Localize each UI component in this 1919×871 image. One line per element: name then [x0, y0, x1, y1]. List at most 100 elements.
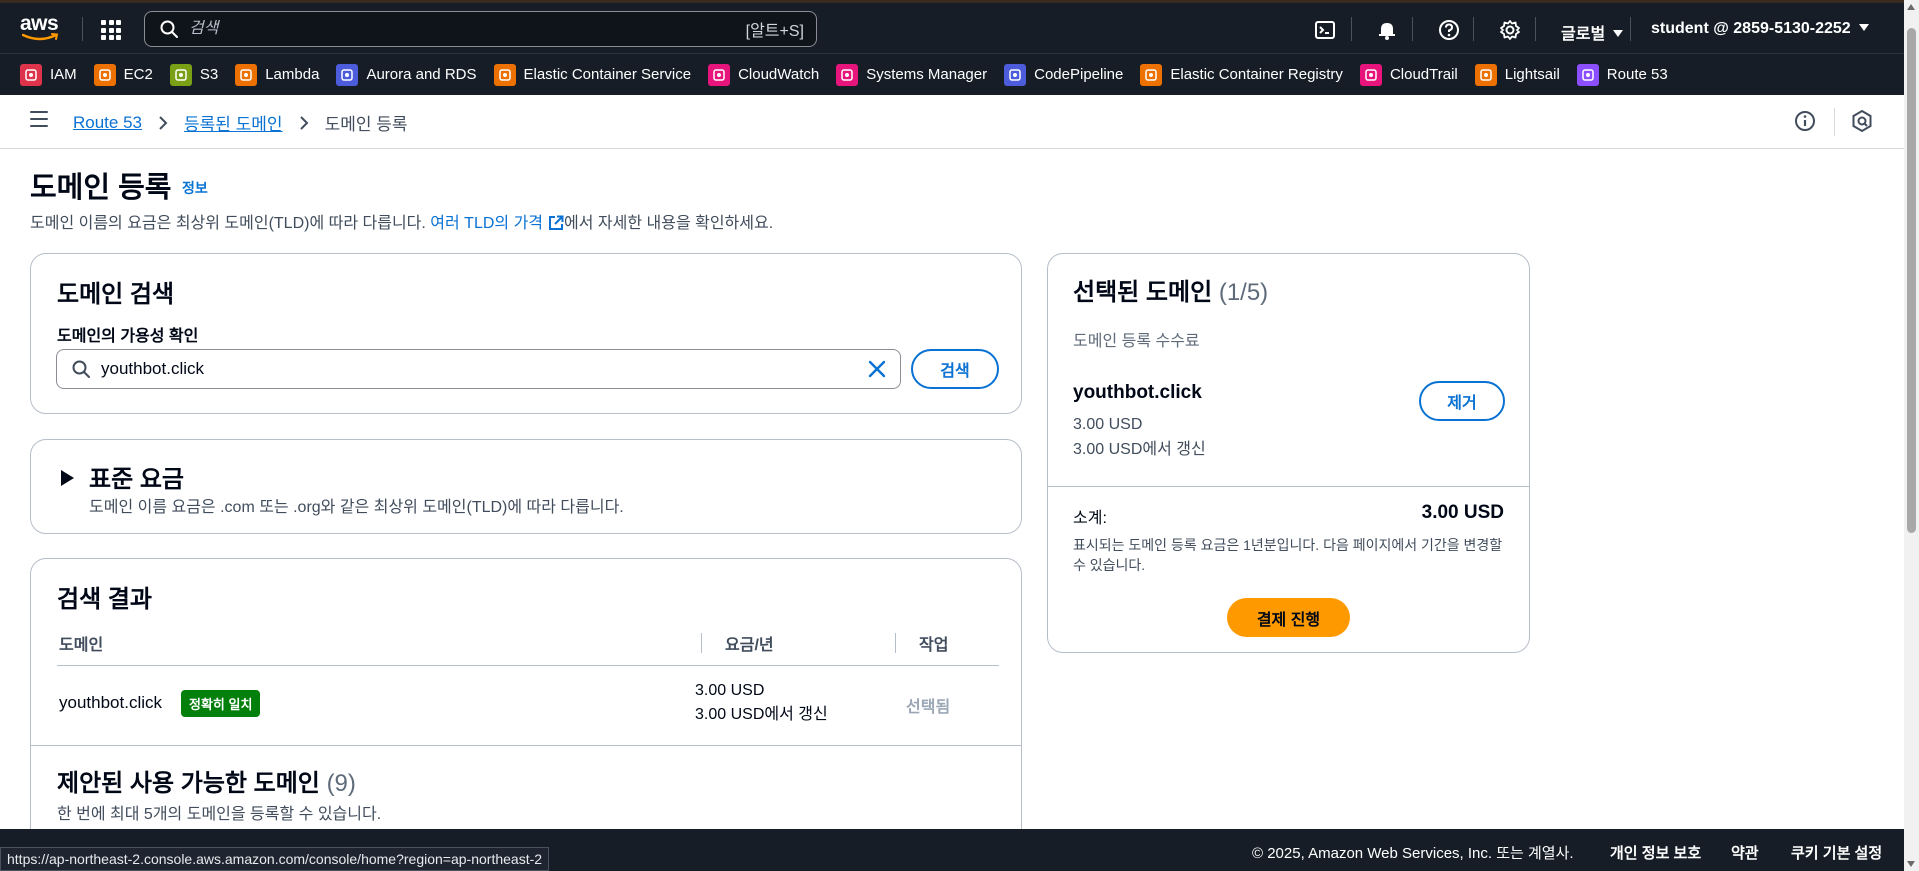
favorite-label: S3: [199, 66, 219, 83]
breadcrumb-bar: Route 53 등록된 도메인 도메인 등록: [0, 95, 1904, 149]
search-button[interactable]: 검색: [911, 349, 999, 389]
favorite-cloudwatch[interactable]: CloudWatch: [708, 63, 819, 86]
systems-manager-icon: [836, 63, 859, 86]
search-results-card: 검색 결과 도메인 요금/년 작업 youthbot.click 정확히 일치 …: [30, 558, 1022, 871]
scrollbar[interactable]: [1904, 0, 1919, 871]
domain-search-input[interactable]: [101, 359, 841, 379]
scroll-up-icon[interactable]: [1907, 4, 1915, 10]
selected-domains-title: 선택된 도메인 (1/5): [1073, 279, 1269, 306]
standard-pricing-title[interactable]: 표준 요금: [89, 459, 184, 494]
result-domain: youthbot.click: [59, 693, 162, 712]
favorite-ec2[interactable]: EC2: [93, 63, 153, 86]
search-icon: [160, 20, 178, 38]
tld-pricing-link[interactable]: 여러 TLD의 가격: [430, 215, 564, 232]
scrollbar-thumb[interactable]: [1907, 28, 1916, 533]
favorite-ecs[interactable]: Elastic Container Service: [493, 63, 692, 86]
apps-grid-icon[interactable]: [101, 20, 121, 40]
account-menu[interactable]: student @ 2859-5130-2252: [1651, 20, 1869, 38]
gear-icon[interactable]: [1498, 18, 1522, 42]
proceed-to-checkout-button[interactable]: 결제 진행: [1227, 598, 1350, 637]
scroll-down-icon[interactable]: [1907, 861, 1915, 867]
status-bar-url: https://ap-northeast-2.console.aws.amazo…: [0, 847, 550, 871]
search-results-title: 검색 결과: [57, 586, 152, 613]
favorite-rds[interactable]: Aurora and RDS: [336, 63, 477, 86]
selected-domain-price: 3.00 USD 3.00 USD에서 갱신: [1073, 416, 1206, 458]
favorite-s3[interactable]: S3: [169, 63, 219, 86]
results-table-header: 도메인 요금/년 작업: [59, 631, 999, 661]
region-selector[interactable]: 글로벌: [1561, 20, 1624, 44]
chevron-right-icon: [159, 115, 168, 130]
selected-domains-panel: 선택된 도메인 (1/5) 도메인 등록 수수료 youthbot.click …: [1047, 253, 1530, 653]
breadcrumb: Route 53 등록된 도메인 도메인 등록: [73, 110, 408, 135]
external-link-icon: [549, 215, 564, 230]
codepipeline-icon: [1004, 63, 1027, 86]
breadcrumb-route53[interactable]: Route 53: [73, 113, 142, 133]
page-title: 도메인 등록: [30, 172, 172, 204]
column-domain: 도메인: [59, 637, 104, 654]
remove-button[interactable]: 제거: [1419, 381, 1505, 421]
aws-logo-text: aws: [20, 12, 59, 35]
domain-search-field[interactable]: [56, 349, 901, 389]
favorite-label: Systems Manager: [866, 66, 988, 83]
favorite-label: IAM: [50, 66, 77, 83]
result-price: 3.00 USD 3.00 USD에서 갱신: [695, 682, 828, 723]
expand-caret-icon[interactable]: [61, 470, 74, 486]
availability-label: 도메인의 가용성 확인: [57, 328, 199, 345]
global-search[interactable]: [알트+S]: [144, 11, 817, 47]
clear-icon[interactable]: [868, 360, 886, 378]
s3-icon: [169, 63, 192, 86]
favorite-codepipeline[interactable]: CodePipeline: [1004, 63, 1123, 86]
global-search-input[interactable]: [189, 20, 689, 38]
breadcrumb-current: 도메인 등록: [324, 115, 408, 134]
info-link[interactable]: 정보: [182, 178, 208, 198]
domain-search-title: 도메인 검색: [57, 281, 175, 308]
selected-status: 선택됨: [906, 699, 951, 716]
aws-smile-icon: [22, 33, 59, 41]
rds-icon: [336, 63, 359, 86]
page-description: 도메인 이름의 요금은 최상위 도메인(TLD)에 따라 다릅니다. 여러 TL…: [30, 215, 774, 232]
cloudwatch-icon: [708, 63, 731, 86]
favorite-route53[interactable]: Route 53: [1576, 63, 1668, 86]
column-price: 요금/년: [725, 637, 774, 654]
ec2-icon: [93, 63, 116, 86]
info-icon[interactable]: [1793, 109, 1817, 133]
aws-logo[interactable]: aws: [20, 13, 66, 43]
chevron-down-icon: [1858, 24, 1869, 31]
favorite-cloudtrail[interactable]: CloudTrail: [1359, 63, 1458, 86]
favorite-label: Lambda: [265, 66, 320, 83]
favorite-iam[interactable]: IAM: [20, 63, 77, 86]
subtotal-value: 3.00 USD: [1421, 502, 1504, 523]
lightsail-icon: [1474, 63, 1497, 86]
cloudtrail-icon: [1359, 63, 1382, 86]
favorite-systems-manager[interactable]: Systems Manager: [836, 63, 988, 86]
favorite-ecr[interactable]: Elastic Container Registry: [1140, 63, 1343, 86]
favorite-label: Elastic Container Service: [523, 66, 692, 83]
favorite-label: Elastic Container Registry: [1170, 66, 1343, 83]
cookie-preferences-link[interactable]: 쿠키 기본 설정: [1791, 842, 1882, 863]
standard-pricing-section[interactable]: 표준 요금 도메인 이름 요금은 .com 또는 .org와 같은 최상위 도메…: [30, 439, 1022, 534]
nav-separator: [82, 17, 83, 41]
pricing-note: 표시되는 도메인 등록 요금은 1년분입니다. 다음 페이지에서 기간을 변경할…: [1073, 537, 1503, 573]
favorite-lightsail[interactable]: Lightsail: [1474, 63, 1560, 86]
suggested-domains-desc: 한 번에 최대 5개의 도메인을 등록할 수 있습니다.: [57, 806, 382, 823]
bell-icon[interactable]: [1375, 18, 1399, 42]
standard-pricing-desc: 도메인 이름 요금은 .com 또는 .org와 같은 최상위 도메인(TLD)…: [89, 499, 624, 516]
selected-domain-name: youthbot.click: [1073, 382, 1202, 403]
breadcrumb-registered-domains[interactable]: 등록된 도메인: [184, 110, 283, 135]
iam-icon: [20, 63, 42, 86]
ecs-icon: [493, 63, 516, 86]
favorite-lambda[interactable]: Lambda: [235, 63, 320, 86]
terms-link[interactable]: 약관: [1731, 842, 1759, 863]
search-shortcut: [알트+S]: [745, 23, 804, 40]
chevron-right-icon: [299, 115, 308, 130]
privacy-link[interactable]: 개인 정보 보호: [1610, 842, 1701, 863]
favorites-bar: IAM EC2 S3 Lambda Aurora and RDS Elastic Cont…: [0, 53, 1904, 95]
lambda-icon: [235, 63, 258, 86]
menu-icon[interactable]: [30, 111, 48, 127]
cloudshell-icon[interactable]: [1313, 18, 1337, 42]
favorite-label: CloudTrail: [1389, 66, 1458, 83]
top-navigation: aws [알트+S] 글로벌 student @ 2859-5130-2252: [0, 0, 1904, 53]
notifications-hex-icon[interactable]: [1850, 109, 1874, 133]
help-icon[interactable]: [1437, 18, 1461, 42]
favorite-label: Route 53: [1606, 66, 1668, 83]
